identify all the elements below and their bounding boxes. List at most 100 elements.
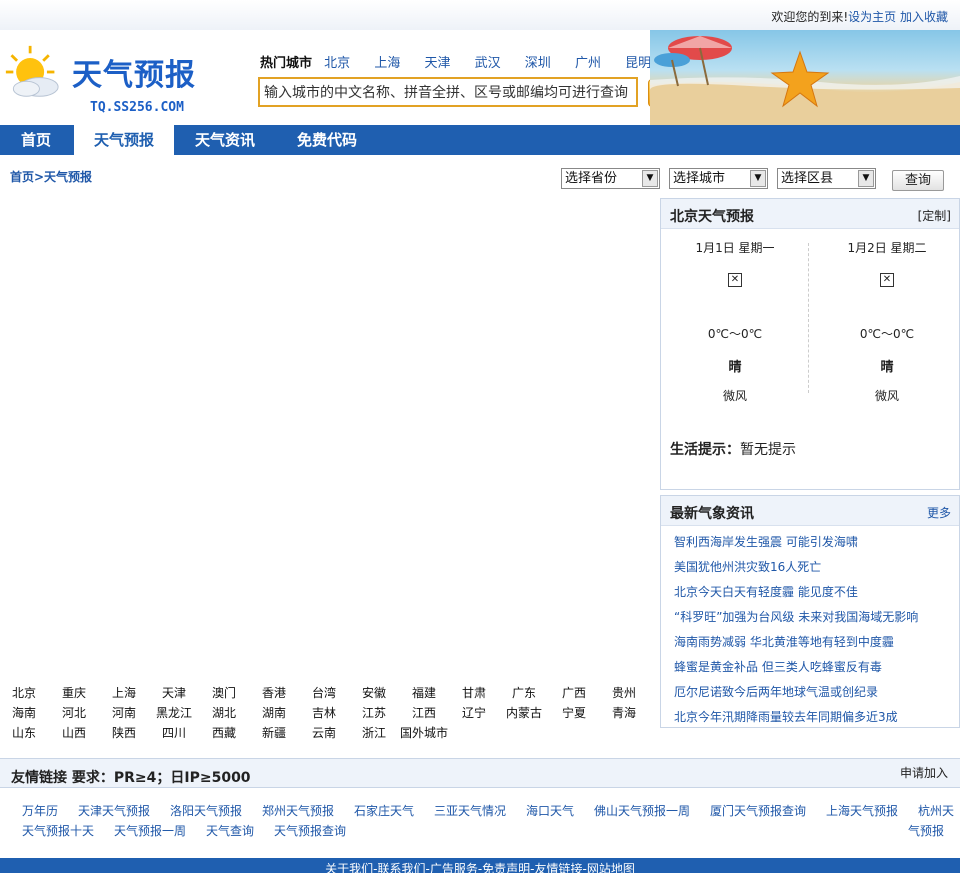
province-link[interactable]: 黑龙江 <box>156 704 192 721</box>
customize-link[interactable]: [定制] <box>918 207 951 224</box>
province-link[interactable]: 湖南 <box>262 704 286 721</box>
hot-city-link[interactable]: 广州 <box>575 56 601 71</box>
set-home-link[interactable]: 设为主页 <box>848 10 896 24</box>
add-favorite-link[interactable]: 加入收藏 <box>900 10 948 24</box>
province-link[interactable]: 天津 <box>162 684 186 701</box>
friend-link[interactable]: 气预报 <box>908 822 944 839</box>
hot-city-link[interactable]: 上海 <box>374 56 400 71</box>
friend-link[interactable]: 海口天气 <box>526 802 574 819</box>
province-link[interactable]: 香港 <box>262 684 286 701</box>
site-title: 天气预报 <box>72 58 196 93</box>
province-link[interactable]: 浙江 <box>362 724 386 741</box>
breadcrumb[interactable]: 首页>天气预报 <box>10 168 92 185</box>
footer-links[interactable]: 关于我们-联系我们-广告服务-免责声明-友情链接-网站地图 <box>325 862 635 873</box>
province-link[interactable]: 甘肃 <box>462 684 486 701</box>
province-link[interactable]: 宁夏 <box>562 704 586 721</box>
province-select[interactable]: 选择省份 ▼ <box>561 168 660 189</box>
province-link[interactable]: 新疆 <box>262 724 286 741</box>
nav-forecast[interactable]: 天气预报 <box>74 125 174 155</box>
province-link[interactable]: 上海 <box>112 684 136 701</box>
nav-news[interactable]: 天气资讯 <box>176 125 274 155</box>
city-search-input[interactable] <box>260 79 636 105</box>
friend-link[interactable]: 天气预报一周 <box>114 822 186 839</box>
friend-link[interactable]: 天津天气预报 <box>78 802 150 819</box>
province-link[interactable]: 重庆 <box>62 684 86 701</box>
region-query-button[interactable]: 查询 <box>892 170 944 191</box>
province-link[interactable]: 山东 <box>12 724 36 741</box>
news-item[interactable]: 美国犹他州洪灾致16人死亡 <box>674 555 959 580</box>
hot-city-link[interactable]: 深圳 <box>525 56 551 71</box>
hot-cities-label: 热门城市 <box>260 56 313 71</box>
district-select[interactable]: 选择区县 ▼ <box>777 168 876 189</box>
province-link[interactable]: 江西 <box>412 704 436 721</box>
forecast-day: 1月2日 星期二 ✕ 0℃～0℃ 晴 微风 <box>813 239 960 404</box>
friend-link[interactable]: 厦门天气预报查询 <box>710 802 806 819</box>
province-link[interactable]: 贵州 <box>612 684 636 701</box>
friend-link[interactable]: 三亚天气情况 <box>434 802 506 819</box>
province-link[interactable]: 湖北 <box>212 704 236 721</box>
apply-link-button[interactable]: 申请加入 <box>900 764 948 781</box>
province-link[interactable]: 广西 <box>562 684 586 701</box>
welcome-text: 欢迎您的到来! <box>771 10 849 24</box>
news-item[interactable]: 海南雨势减弱 华北黄淮等地有轻到中度霾 <box>674 630 959 655</box>
friend-link[interactable]: 天气预报查询 <box>274 822 346 839</box>
friend-link[interactable]: 万年历 <box>22 802 58 819</box>
life-tip-label: 生活提示： <box>670 442 740 458</box>
province-link[interactable]: 四川 <box>162 724 186 741</box>
province-link[interactable]: 台湾 <box>312 684 336 701</box>
province-link[interactable]: 河北 <box>62 704 86 721</box>
friend-link[interactable]: 洛阳天气预报 <box>170 802 242 819</box>
province-link[interactable]: 陕西 <box>112 724 136 741</box>
friend-link[interactable]: 天气查询 <box>206 822 254 839</box>
province-link[interactable]: 广东 <box>512 684 536 701</box>
province-link[interactable]: 云南 <box>312 724 336 741</box>
province-link[interactable]: 青海 <box>612 704 636 721</box>
province-link[interactable]: 澳门 <box>212 684 236 701</box>
forecast-temperature: 0℃～0℃ <box>707 327 763 341</box>
friend-link[interactable]: 天气预报十天 <box>22 822 94 839</box>
district-select-value: 选择区县 <box>781 171 834 186</box>
friend-link[interactable]: 上海天气预报 <box>826 802 898 819</box>
province-link[interactable]: 吉林 <box>312 704 336 721</box>
friend-links-header: 友情链接 要求：PR≥4；日IP≥5000 申请加入 <box>0 758 960 788</box>
forecast-temperature: 0℃～0℃ <box>859 327 915 341</box>
province-link[interactable]: 海南 <box>12 704 36 721</box>
news-item[interactable]: “科罗旺”加强为台风级 未来对我国海域无影响 <box>674 605 959 630</box>
site-logo[interactable]: 天气预报 TQ.SS256.COM <box>2 40 222 120</box>
news-item[interactable]: 厄尔尼诺致今后两年地球气温或创纪录 <box>674 680 959 705</box>
forecast-condition: 晴 <box>880 360 894 375</box>
hot-city-link[interactable]: 天津 <box>424 56 450 71</box>
hot-city-link[interactable]: 武汉 <box>475 56 501 71</box>
province-link[interactable]: 西藏 <box>212 724 236 741</box>
beach-illustration <box>650 36 960 125</box>
chevron-down-icon: ▼ <box>642 170 658 187</box>
hot-city-link[interactable]: 昆明 <box>625 56 651 71</box>
nav-home[interactable]: 首页 <box>0 125 72 155</box>
province-link[interactable]: 江苏 <box>362 704 386 721</box>
day-divider <box>808 243 809 393</box>
news-item[interactable]: 北京今年汛期降雨量较去年同期偏多近3成 <box>674 705 959 730</box>
province-link[interactable]: 福建 <box>412 684 436 701</box>
province-link[interactable]: 安徽 <box>362 684 386 701</box>
hot-city-link[interactable]: 北京 <box>324 56 350 71</box>
site-domain: TQ.SS256.COM <box>90 100 184 115</box>
forecast-day: 1月1日 星期一 ✕ 0℃～0℃ 晴 微风 <box>661 239 809 404</box>
news-more-link[interactable]: 更多 <box>927 504 951 521</box>
province-link[interactable]: 河南 <box>112 704 136 721</box>
news-item[interactable]: 蜂蜜是黄金补品 但三类人吃蜂蜜反有毒 <box>674 655 959 680</box>
friend-link[interactable]: 杭州天 <box>918 802 954 819</box>
province-link[interactable]: 山西 <box>62 724 86 741</box>
life-tip: 生活提示：暂无提示 <box>670 439 796 459</box>
news-item[interactable]: 智利西海岸发生强震 可能引发海啸 <box>674 530 959 555</box>
news-item[interactable]: 北京今天白天有轻度霾 能见度不佳 <box>674 580 959 605</box>
friend-link[interactable]: 郑州天气预报 <box>262 802 334 819</box>
city-select[interactable]: 选择城市 ▼ <box>669 168 768 189</box>
friend-link[interactable]: 石家庄天气 <box>354 802 414 819</box>
friend-link[interactable]: 佛山天气预报一周 <box>594 802 690 819</box>
province-link[interactable]: 北京 <box>12 684 36 701</box>
province-link[interactable]: 内蒙古 <box>506 704 542 721</box>
province-link[interactable]: 辽宁 <box>462 704 486 721</box>
nav-free-code[interactable]: 免费代码 <box>280 125 374 155</box>
province-link[interactable]: 国外城市 <box>400 724 448 741</box>
header: 天气预报 TQ.SS256.COM 热门城市 北京 上海 天津 武汉 深圳 广州… <box>0 30 960 125</box>
